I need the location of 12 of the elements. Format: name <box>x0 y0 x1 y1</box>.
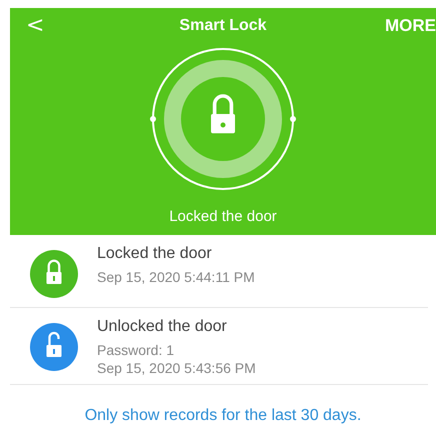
open-padlock-icon <box>28 322 78 372</box>
record-title: Locked the door <box>97 245 213 263</box>
records-notice: Only show records for the last 30 days. <box>84 407 362 425</box>
record-detail: Password: 1 <box>97 342 176 358</box>
padlock-icon <box>28 249 78 299</box>
more-button[interactable]: MORE <box>385 16 436 36</box>
lock-status: Locked the door <box>169 208 277 225</box>
record-detail: Sep 15, 2020 5:44:11 PM <box>97 269 255 285</box>
record-title: Unlocked the door <box>97 318 228 336</box>
back-button[interactable]: < <box>26 15 44 37</box>
page-title: Smart Lock <box>179 17 267 35</box>
record-detail: Sep 15, 2020 5:43:56 PM <box>97 360 256 376</box>
